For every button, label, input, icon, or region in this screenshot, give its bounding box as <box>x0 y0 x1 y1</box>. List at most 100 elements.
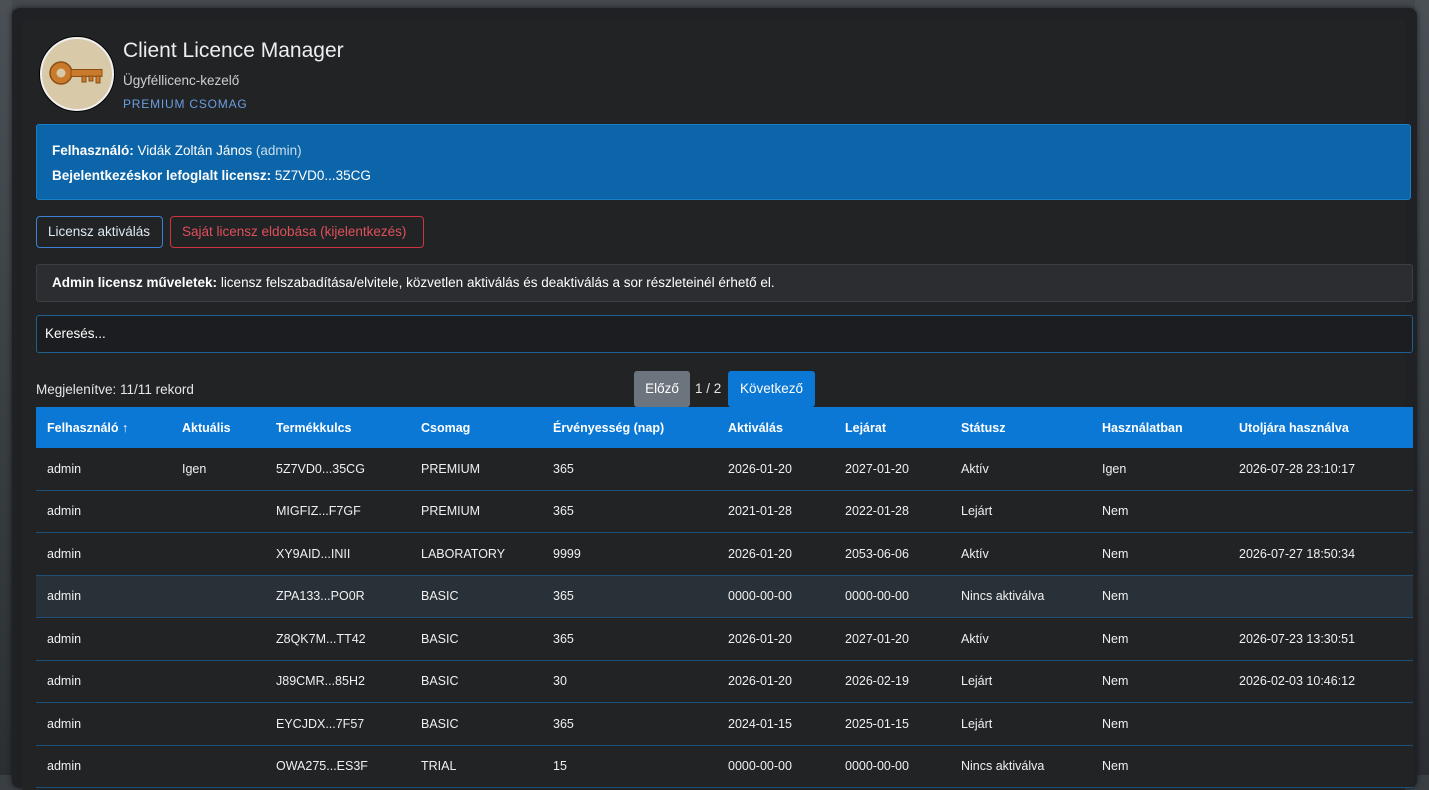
next-page-button[interactable]: Következő <box>728 371 815 407</box>
cell-expiry: 2022-01-28 <box>834 490 950 533</box>
cell-product-key: XY9AID...INII <box>265 532 410 576</box>
cell-status: Nincs aktiválva <box>950 575 1091 618</box>
user-name: Vidák Zoltán János <box>137 143 253 158</box>
admin-note-title: Admin licensz műveletek: <box>52 275 218 290</box>
cell-current <box>171 702 265 746</box>
admin-note: Admin licensz műveletek: licensz felszab… <box>36 264 1413 302</box>
search-input[interactable]: Keresés... <box>36 315 1413 353</box>
cell-expiry: 2025-01-15 <box>834 702 950 746</box>
cell-package: TRIAL <box>410 745 542 788</box>
table-row[interactable]: admin OWA275...ES3F TRIAL 15 0000-00-00 … <box>36 745 1413 788</box>
cell-last-used <box>1228 745 1413 788</box>
col-header-current[interactable]: Aktuális <box>171 407 265 448</box>
cell-last-used: 2026-07-23 13:30:51 <box>1228 617 1413 661</box>
drop-license-button[interactable]: Saját licensz eldobása (kijelentkezés) <box>170 216 424 248</box>
cell-user: admin <box>36 617 171 661</box>
cell-status: Lejárt <box>950 702 1091 746</box>
cell-package: PREMIUM <box>410 490 542 533</box>
table-row[interactable]: admin EYCJDX...7F57 BASIC 365 2024-01-15… <box>36 702 1413 746</box>
activate-license-button[interactable]: Licensz aktiválás <box>36 216 163 248</box>
user-info-box: Felhasználó: Vidák Zoltán János (admin) … <box>36 124 1411 200</box>
cell-product-key: Z8QK7M...TT42 <box>265 617 410 661</box>
cell-activation: 2026-01-20 <box>717 660 834 703</box>
table-row[interactable]: admin Z8QK7M...TT42 BASIC 365 2026-01-20… <box>36 617 1413 661</box>
col-header-last-used[interactable]: Utoljára használva <box>1228 407 1413 448</box>
cell-validity: 365 <box>542 575 717 618</box>
prev-page-button[interactable]: Előző <box>634 371 690 407</box>
app-title: Client Licence Manager <box>123 39 344 62</box>
cell-current <box>171 490 265 533</box>
table-row[interactable]: admin Igen 5Z7VD0...35CG PREMIUM 365 202… <box>36 448 1413 491</box>
cell-last-used: 2026-02-03 10:46:12 <box>1228 660 1413 703</box>
cell-user: admin <box>36 745 171 788</box>
cell-status: Aktív <box>950 532 1091 576</box>
cell-user: admin <box>36 532 171 576</box>
cell-product-key: MIGFIZ...F7GF <box>265 490 410 533</box>
cell-current: Igen <box>171 448 265 491</box>
col-header-package[interactable]: Csomag <box>410 407 542 448</box>
col-header-in-use[interactable]: Használatban <box>1091 407 1228 448</box>
cell-current <box>171 660 265 703</box>
table-row[interactable]: admin XY9AID...INII LABORATORY 9999 2026… <box>36 532 1413 576</box>
cell-product-key: J89CMR...85H2 <box>265 660 410 703</box>
cell-activation: 2024-01-15 <box>717 702 834 746</box>
license-value: 5Z7VD0...35CG <box>274 168 371 183</box>
col-header-product-key[interactable]: Termékkulcs <box>265 407 410 448</box>
cell-in-use: Nem <box>1091 660 1228 703</box>
cell-expiry: 2053-06-06 <box>834 532 950 576</box>
col-header-user[interactable]: Felhasználó ↑ <box>36 407 171 448</box>
license-label: Bejelentkezéskor lefoglalt licensz: <box>52 168 272 183</box>
cell-in-use: Nem <box>1091 575 1228 618</box>
cell-expiry: 2027-01-20 <box>834 617 950 661</box>
cell-package: BASIC <box>410 702 542 746</box>
cell-activation: 2026-01-20 <box>717 448 834 491</box>
cell-activation: 2026-01-20 <box>717 532 834 576</box>
desktop-background-right <box>1415 0 1429 775</box>
col-header-validity[interactable]: Érvényesség (nap) <box>542 407 717 448</box>
cell-product-key: OWA275...ES3F <box>265 745 410 788</box>
cell-last-used <box>1228 575 1413 618</box>
cell-validity: 365 <box>542 448 717 491</box>
cell-expiry: 0000-00-00 <box>834 575 950 618</box>
key-icon <box>40 37 114 111</box>
cell-expiry: 2027-01-20 <box>834 448 950 491</box>
table-row[interactable]: admin J89CMR...85H2 BASIC 30 2026-01-20 … <box>36 660 1413 703</box>
cell-in-use: Nem <box>1091 745 1228 788</box>
user-role: (admin) <box>255 143 302 158</box>
license-table: Felhasználó ↑ Aktuális Termékkulcs Csoma… <box>36 407 1413 788</box>
table-row[interactable]: admin MIGFIZ...F7GF PREMIUM 365 2021-01-… <box>36 490 1413 533</box>
col-header-status[interactable]: Státusz <box>950 407 1091 448</box>
cell-validity: 9999 <box>542 532 717 576</box>
cell-validity: 365 <box>542 702 717 746</box>
cell-activation: 0000-00-00 <box>717 575 834 618</box>
cell-status: Lejárt <box>950 660 1091 703</box>
cell-user: admin <box>36 448 171 491</box>
cell-last-used: 2026-07-28 23:10:17 <box>1228 448 1413 491</box>
cell-user: admin <box>36 575 171 618</box>
table-row[interactable]: admin ZPA133...PO0R BASIC 365 0000-00-00… <box>36 575 1413 618</box>
admin-note-text: licensz felszabadítása/elvitele, közvetl… <box>217 275 775 290</box>
page-indicator: 1 / 2 <box>695 381 722 396</box>
cell-validity: 365 <box>542 617 717 661</box>
license-line: Bejelentkezéskor lefoglalt licensz: 5Z7V… <box>52 168 371 183</box>
cell-package: BASIC <box>410 617 542 661</box>
app-subtitle: Ügyféllicenc-kezelő <box>123 73 240 88</box>
cell-package: BASIC <box>410 660 542 703</box>
app-window: Client Licence Manager Ügyféllicenc-keze… <box>12 8 1417 790</box>
desktop-background-left <box>0 0 12 775</box>
main-panel: Client Licence Manager Ügyféllicenc-keze… <box>22 20 1413 790</box>
cell-last-used <box>1228 702 1413 746</box>
cell-status: Aktív <box>950 617 1091 661</box>
col-header-expiry[interactable]: Lejárat <box>834 407 950 448</box>
cell-last-used: 2026-07-27 18:50:34 <box>1228 532 1413 576</box>
cell-in-use: Nem <box>1091 532 1228 576</box>
plan-label: PREMIUM CSOMAG <box>123 97 248 111</box>
cell-user: admin <box>36 660 171 703</box>
cell-current <box>171 575 265 618</box>
cell-current <box>171 532 265 576</box>
col-header-activation[interactable]: Aktiválás <box>717 407 834 448</box>
cell-package: LABORATORY <box>410 532 542 576</box>
user-label: Felhasználó: <box>52 143 134 158</box>
cell-status: Lejárt <box>950 490 1091 533</box>
cell-expiry: 0000-00-00 <box>834 745 950 788</box>
